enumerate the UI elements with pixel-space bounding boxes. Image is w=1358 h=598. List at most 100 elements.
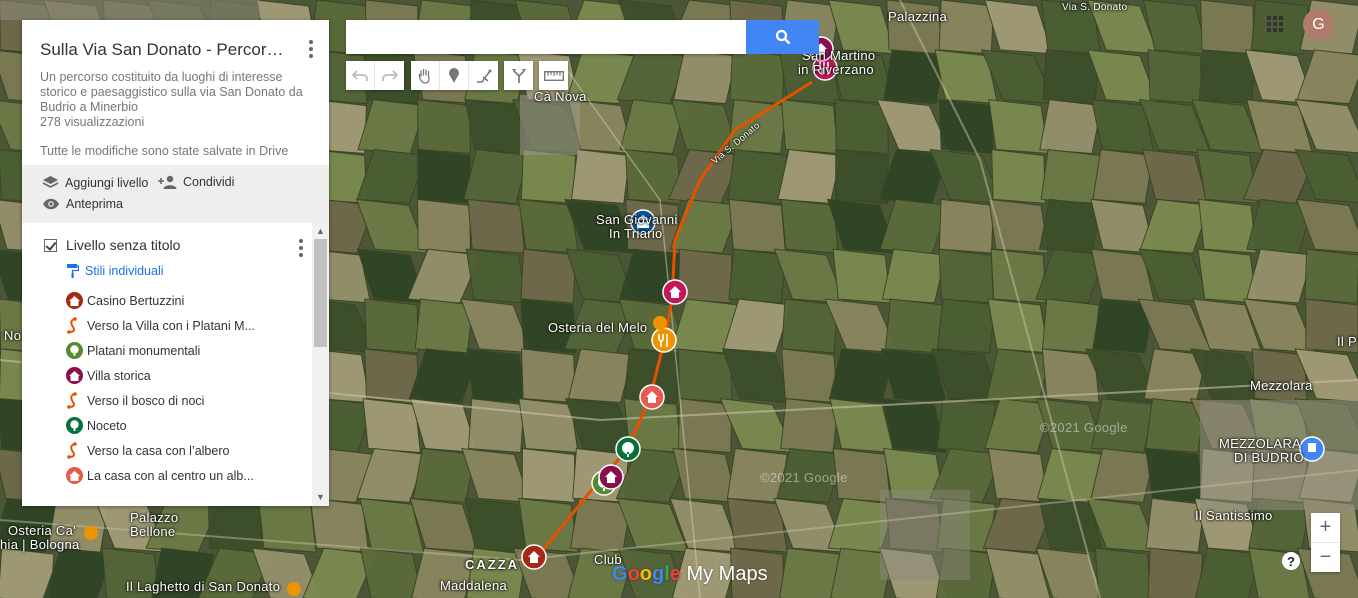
field-parcel (521, 348, 576, 404)
search-input[interactable] (346, 20, 746, 54)
map-label: Osteria del Melo (548, 320, 648, 335)
eye-icon (43, 198, 59, 210)
field-parcel (988, 99, 1049, 155)
copyright-watermark: ©2021 Google (1040, 420, 1128, 435)
legend-item-label: Platani monumentali (87, 343, 201, 358)
map-label: Palazzo (130, 510, 179, 525)
restaurant-pin[interactable] (651, 327, 677, 353)
field-parcel (1194, 547, 1260, 598)
zoom-out-button[interactable]: − (1311, 543, 1340, 572)
undo-redo-group (346, 61, 404, 90)
map-options-icon[interactable] (303, 40, 319, 58)
add-layer-button[interactable]: Aggiungi livello (42, 175, 148, 190)
scroll-up-icon[interactable]: ▲ (316, 226, 325, 236)
undo-button[interactable] (346, 61, 375, 90)
google-apps-icon[interactable] (1267, 16, 1283, 32)
select-items-button[interactable] (411, 61, 440, 90)
legend-item[interactable]: Noceto (66, 417, 127, 434)
field-parcel (1145, 447, 1206, 503)
map-label: Via S. Donato (1062, 2, 1128, 13)
noceto-pin[interactable] (615, 436, 641, 462)
field-parcel (417, 198, 471, 254)
restaurant-poi-icon[interactable] (653, 316, 667, 330)
field-parcel (780, 99, 839, 155)
map-label: Mezzolara (1250, 378, 1313, 393)
scrollbar-thumb[interactable] (314, 239, 327, 347)
legend-item[interactable]: Verso il bosco di noci (66, 392, 204, 409)
individual-styles-label: Stili individuali (85, 264, 164, 278)
map-label: DI BUDRIO (1234, 450, 1304, 465)
home-icon (66, 367, 83, 384)
casa-albero-pin[interactable] (639, 384, 665, 410)
field-parcel (883, 49, 945, 105)
scroll-down-icon[interactable]: ▼ (316, 492, 325, 502)
field-parcel (1200, 0, 1255, 55)
home-icon (66, 292, 83, 309)
field-parcel (207, 497, 263, 553)
add-layer-label: Aggiungi livello (65, 175, 149, 190)
field-parcel (467, 198, 526, 254)
restaurant-poi-icon[interactable] (84, 526, 98, 540)
home-pin[interactable] (662, 279, 688, 305)
measure-button[interactable] (539, 61, 568, 90)
preview-button[interactable]: Anteprima (42, 197, 123, 211)
draw-line-button[interactable] (469, 61, 498, 90)
layer-visibility-checkbox[interactable] (44, 238, 57, 252)
ruler-icon (543, 70, 564, 81)
legend-item[interactable]: Platani monumentali (66, 342, 200, 359)
map-label: Il Laghetto di San Donato (126, 579, 281, 594)
map-label: Il P (1337, 334, 1357, 349)
field-parcel (1147, 49, 1203, 105)
field-parcel (779, 547, 841, 598)
add-directions-button[interactable] (504, 61, 533, 90)
field-parcel (987, 298, 1050, 354)
map-label: CAZZA (465, 557, 520, 572)
legend-item[interactable]: Casino Bertuzzini (66, 292, 184, 309)
villa-pin[interactable] (598, 464, 624, 490)
map-label: hia | Bologna (0, 537, 80, 552)
directions-icon (511, 69, 526, 83)
field-parcel (1092, 148, 1154, 204)
google-my-maps-logo: Google My Maps (612, 563, 768, 585)
legend-item[interactable]: Verso la casa con l’albero (66, 442, 229, 459)
map-description[interactable]: Un percorso costituito da luoghi di inte… (40, 70, 310, 115)
share-label: Condividi (183, 175, 235, 189)
legend-item-label: Verso il bosco di noci (87, 393, 205, 408)
legend-item[interactable]: Verso la Villa con i Platani M... (66, 317, 255, 334)
legend-item-label: Villa storica (87, 368, 151, 383)
search-button[interactable] (746, 20, 819, 54)
route-icon (66, 442, 83, 459)
zoom-in-button[interactable]: + (1311, 513, 1340, 542)
map-title[interactable]: Sulla Via San Donato - Percorso ... (40, 40, 290, 60)
tree-icon (66, 342, 83, 359)
layer-options-icon[interactable] (293, 239, 309, 257)
layer-title[interactable]: Livello senza titolo (66, 237, 180, 253)
field-parcel (1304, 248, 1358, 304)
panel-actions: Aggiungi livello Condividi Anteprima (22, 165, 329, 223)
individual-styles-link[interactable]: Stili individuali (67, 264, 164, 278)
directions-group (504, 61, 533, 90)
field-parcel (417, 148, 471, 204)
map-label: MEZZOLARA (1219, 436, 1302, 451)
restaurant-poi-icon[interactable] (287, 582, 301, 596)
account-avatar[interactable]: G (1303, 9, 1334, 40)
map-label: in Riverzano (798, 62, 874, 77)
help-button[interactable]: ? (1282, 552, 1300, 570)
copyright-watermark: ©2021 Google (760, 470, 848, 485)
legend-item-label: Casino Bertuzzini (87, 293, 185, 308)
add-marker-button[interactable] (440, 61, 469, 90)
legend-item[interactable]: Villa storica (66, 367, 151, 384)
field-parcel (1041, 298, 1100, 354)
casino-pin[interactable] (521, 544, 547, 570)
field-parcel (729, 49, 786, 105)
legend-item[interactable]: La casa con al centro un alb... (66, 467, 254, 484)
field-parcel (571, 148, 631, 204)
redo-button[interactable] (375, 61, 404, 90)
share-button[interactable]: Condividi (158, 175, 234, 189)
field-parcel (677, 348, 733, 404)
field-parcel (727, 148, 788, 204)
panel-scrollbar[interactable]: ▲ ▼ (312, 223, 329, 506)
field-parcel (938, 99, 994, 155)
preview-label: Anteprima (66, 197, 123, 211)
undo-icon (352, 69, 368, 81)
